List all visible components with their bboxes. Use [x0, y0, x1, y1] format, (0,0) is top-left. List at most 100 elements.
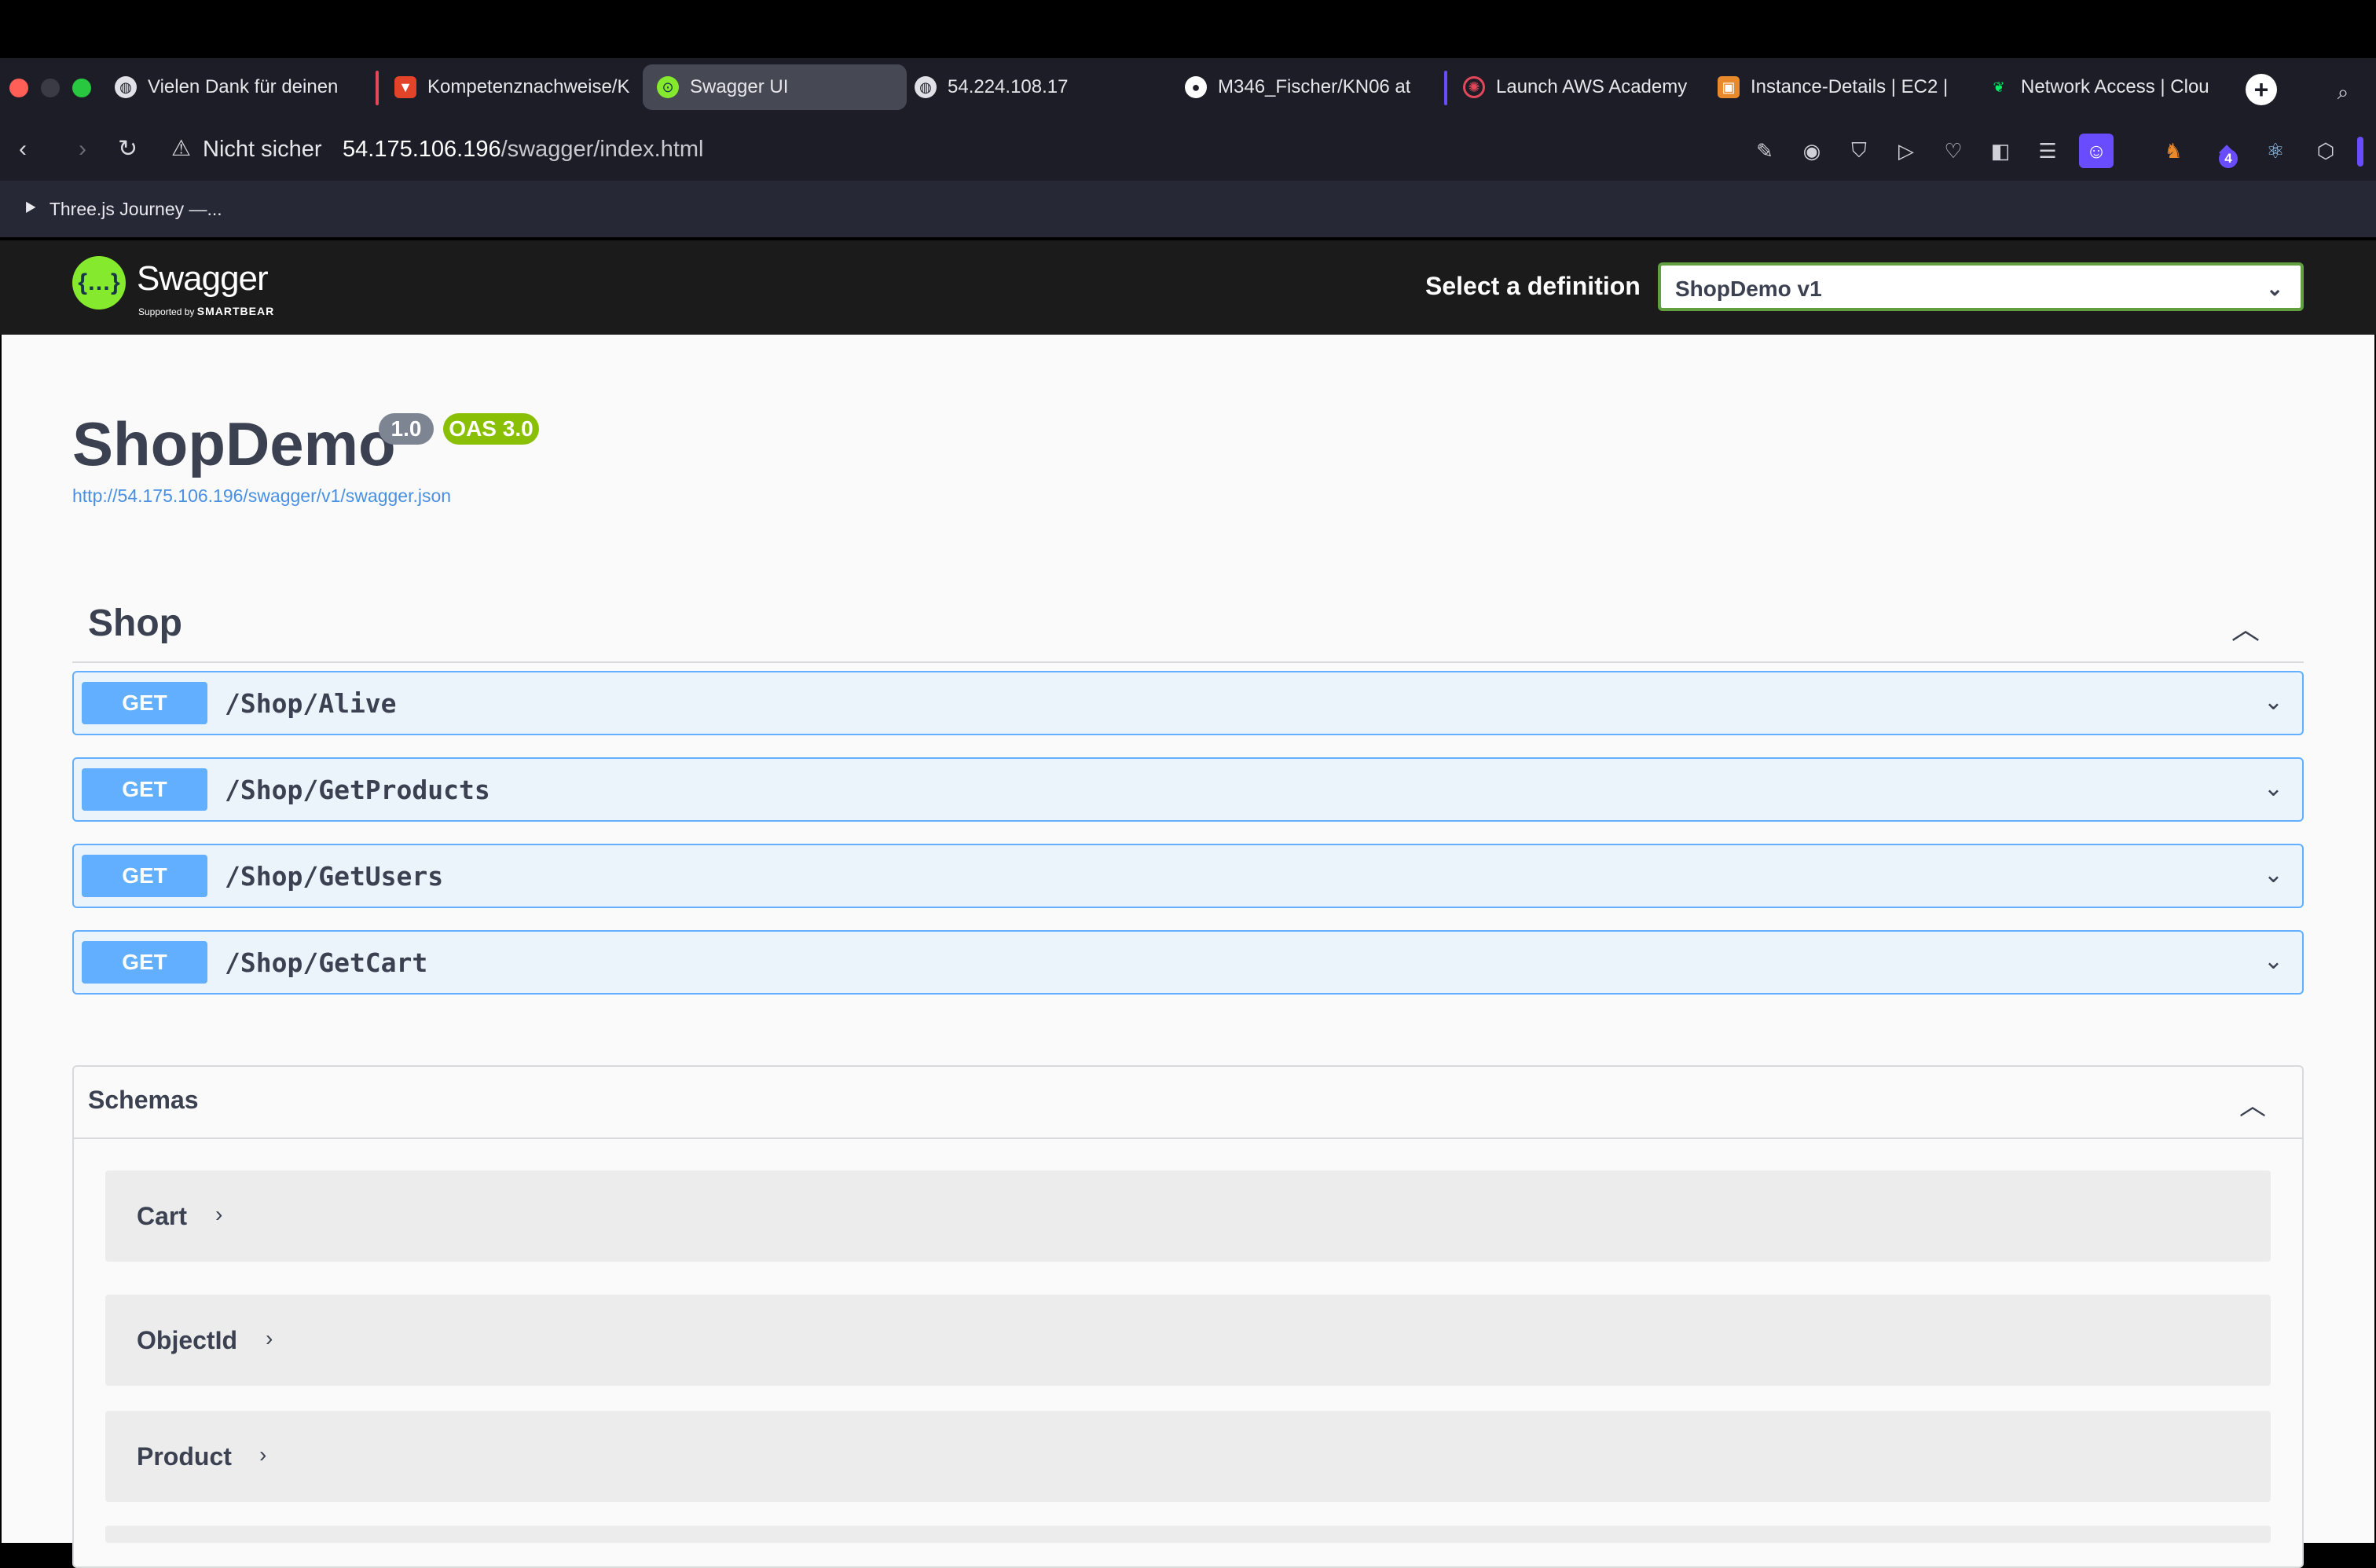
schemas-title[interactable]: Schemas	[88, 1086, 199, 1115]
aws-academy-icon: ✺	[1463, 76, 1485, 98]
forward-button[interactable]: ›	[79, 135, 86, 163]
spec-url-link[interactable]: http://54.175.106.196/swagger/v1/swagger…	[72, 485, 451, 507]
swagger-brand: Swagger	[137, 259, 269, 298]
operation-get-cart[interactable]: GET /Shop/GetCart ⌄	[72, 930, 2304, 995]
selected-definition: ShopDemo v1	[1675, 277, 1822, 301]
search-icon[interactable]: ⌕	[2329, 79, 2357, 107]
edit-page-icon[interactable]: ✎	[1751, 137, 1779, 165]
tab-label: 54.224.108.17	[948, 76, 1069, 97]
heart-icon[interactable]: ♡	[1939, 137, 1967, 165]
back-button[interactable]: ‹	[19, 135, 27, 163]
play-icon[interactable]: ▷	[1892, 137, 1920, 165]
chevron-down-icon[interactable]: ⌄	[2264, 775, 2283, 802]
gitlab-icon: ▼	[394, 76, 416, 98]
definition-select-label: Select a definition	[1425, 272, 1641, 300]
method-badge: GET	[82, 941, 207, 984]
threejs-icon: ⯈	[22, 196, 38, 220]
mongodb-leaf-icon: ❦	[1993, 79, 2005, 95]
browser-tab[interactable]: ❦ Network Access | Clou	[1974, 64, 2224, 110]
tab-group-marker	[1444, 71, 1447, 105]
swagger-logo-icon[interactable]: {…}	[72, 256, 126, 310]
tab-label: Launch AWS Academy	[1496, 76, 1688, 97]
browser-tab-active[interactable]: ⊙ Swagger UI	[643, 64, 907, 110]
operation-path: /Shop/GetProducts	[225, 775, 490, 805]
operation-get-users[interactable]: GET /Shop/GetUsers ⌄	[72, 844, 2304, 908]
browser-tab[interactable]: ● M346_Fischer/KN06 at	[1171, 64, 1424, 110]
method-badge: GET	[82, 768, 207, 811]
chevron-right-icon: ›	[266, 1326, 273, 1350]
divider	[72, 661, 2304, 663]
tab-label: M346_Fischer/KN06 at	[1218, 76, 1411, 97]
aws-ec2-icon: ▣	[1718, 76, 1740, 98]
window-minimize-button[interactable]	[41, 79, 60, 97]
browser-tab[interactable]: ✺ Launch AWS Academy	[1449, 64, 1703, 110]
method-badge: GET	[82, 682, 207, 724]
browser-tab[interactable]: ▼ Kompetenznachweise/K	[380, 64, 636, 110]
chevron-right-icon: ›	[259, 1442, 267, 1467]
chevron-up-icon[interactable]: ︿	[2239, 1084, 2266, 1123]
browser-tab[interactable]: ◍ Vielen Dank für deinen	[101, 64, 350, 110]
chevron-down-icon[interactable]: ⌄	[2264, 688, 2283, 716]
tab-label: Vielen Dank für deinen	[148, 76, 339, 97]
schema-model-cart[interactable]: Cart ›	[105, 1171, 2271, 1262]
tab-label: Instance-Details | EC2 |	[1751, 76, 1949, 97]
tab-label: Swagger UI	[690, 76, 789, 97]
chevron-right-icon: ›	[215, 1202, 223, 1226]
schema-model-product[interactable]: Product ›	[105, 1411, 2271, 1502]
menu-lines-icon[interactable]: ☰	[2033, 137, 2062, 165]
bookmarks-bar	[0, 181, 2376, 237]
shield-icon[interactable]: ⛉	[1845, 137, 1873, 165]
tag-title[interactable]: Shop	[88, 602, 182, 645]
url-path: /swagger/index.html	[500, 137, 704, 162]
react-devtools-icon[interactable]: ⚛	[2261, 137, 2290, 165]
url-field[interactable]: 54.175.106.196/swagger/index.html	[343, 137, 704, 163]
browser-tab[interactable]: ◍ 54.224.108.17	[900, 64, 1166, 110]
chevron-up-icon[interactable]: ︿	[2231, 606, 2260, 647]
window-maximize-button[interactable]	[72, 79, 91, 97]
tab-group-marker	[376, 71, 379, 105]
window-close-button[interactable]	[9, 79, 28, 97]
smartbear-tagline: Supported by SMARTBEAR	[138, 305, 274, 317]
version-badge: 1.0	[379, 413, 434, 445]
globe-icon: ◍	[115, 76, 137, 98]
site-security-label[interactable]: Nicht sicher	[203, 137, 322, 163]
extension-fox-icon[interactable]: ♞	[2159, 137, 2187, 165]
extension-count-badge: 4	[2219, 149, 2238, 168]
schema-model-partial[interactable]	[105, 1526, 2271, 1543]
new-tab-button[interactable]: +	[2246, 74, 2277, 105]
cube-icon[interactable]: ⬡	[2312, 137, 2340, 165]
oas-badge: OAS 3.0	[443, 413, 539, 445]
smartbear-label: SMARTBEAR	[196, 305, 275, 317]
sidebar-toggle-icon[interactable]: ◧	[1986, 137, 2015, 165]
profile-icon[interactable]: ☺	[2079, 134, 2114, 168]
swagger-icon: ⊙	[657, 76, 679, 98]
operation-path: /Shop/Alive	[225, 688, 397, 719]
github-icon: ●	[1185, 76, 1207, 98]
divider	[74, 1138, 2302, 1139]
bookmark-label: Three.js Journey —...	[49, 198, 222, 219]
method-badge: GET	[82, 855, 207, 897]
tab-label: Kompetenznachweise/K	[427, 76, 630, 97]
macos-menubar	[0, 0, 2376, 58]
tab-label: Network Access | Clou	[2021, 76, 2209, 97]
bookmark-threejs-journey[interactable]: ⯈ Three.js Journey —...	[22, 196, 222, 222]
globe-icon: ◍	[915, 76, 937, 98]
warning-icon: ⚠	[171, 136, 192, 160]
chevron-down-icon: ⌄	[2266, 277, 2283, 300]
operation-get-alive[interactable]: GET /Shop/Alive ⌄	[72, 671, 2304, 735]
operation-get-products[interactable]: GET /Shop/GetProducts ⌄	[72, 757, 2304, 822]
camera-icon[interactable]: ◉	[1798, 137, 1826, 165]
browser-tab[interactable]: ▣ Instance-Details | EC2 |	[1703, 64, 1961, 110]
model-name: Cart	[137, 1202, 188, 1230]
sidebar-edge-indicator	[2357, 137, 2363, 167]
tagline-prefix: Supported by	[138, 306, 195, 317]
api-title: ShopDemo	[72, 409, 396, 478]
url-host: 54.175.106.196	[343, 137, 501, 162]
reload-button[interactable]: ↻	[118, 135, 138, 163]
definition-select[interactable]: ShopDemo v1 ⌄	[1658, 262, 2304, 311]
operation-path: /Shop/GetUsers	[225, 861, 444, 892]
model-name: ObjectId	[137, 1326, 238, 1354]
chevron-down-icon[interactable]: ⌄	[2264, 861, 2283, 888]
chevron-down-icon[interactable]: ⌄	[2264, 947, 2283, 975]
schema-model-objectid[interactable]: ObjectId ›	[105, 1295, 2271, 1386]
